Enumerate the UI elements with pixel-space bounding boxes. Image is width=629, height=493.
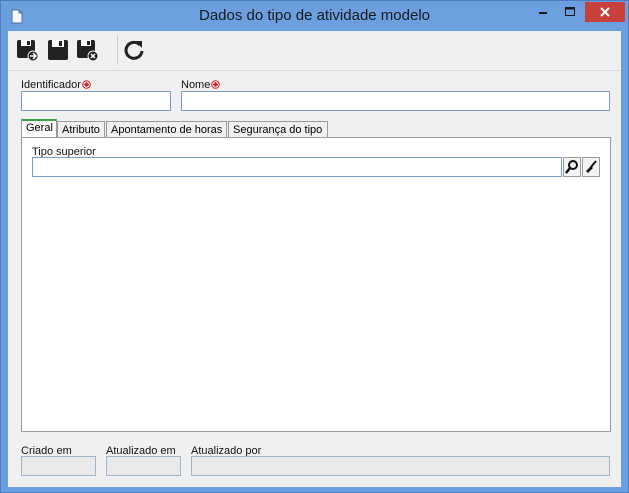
identificador-label: Identificador bbox=[21, 79, 91, 91]
save-new-icon bbox=[17, 40, 39, 62]
refresh-button[interactable] bbox=[121, 37, 147, 63]
tipo-superior-input[interactable] bbox=[32, 157, 562, 177]
atualizado-por-field bbox=[191, 456, 610, 476]
eraser-brush-icon bbox=[586, 160, 597, 173]
save-icon bbox=[48, 40, 68, 60]
search-icon bbox=[565, 160, 578, 174]
dialog-window: Dados do tipo de atividade modelo Identi… bbox=[0, 0, 629, 493]
clear-button[interactable] bbox=[582, 157, 600, 177]
tab-apontamento-de-horas[interactable]: Apontamento de horas bbox=[106, 121, 227, 138]
required-icon bbox=[211, 80, 221, 89]
atualizado-em-field bbox=[106, 456, 181, 476]
close-button[interactable] bbox=[585, 2, 625, 22]
minimize-icon bbox=[539, 12, 547, 14]
nome-label: Nome bbox=[181, 79, 221, 91]
tab-atributo[interactable]: Atributo bbox=[57, 121, 105, 138]
identificador-input[interactable] bbox=[21, 91, 171, 111]
save-and-close-button[interactable] bbox=[75, 37, 101, 63]
maximize-icon bbox=[565, 7, 575, 16]
toolbar-separator bbox=[117, 35, 118, 65]
save-close-icon bbox=[77, 40, 99, 62]
tab-panel-geral: Tipo superior bbox=[21, 137, 611, 432]
refresh-icon bbox=[124, 40, 144, 60]
dialog-body: Identificador Nome Geral Atributo Aponta… bbox=[8, 31, 621, 487]
minimize-button[interactable] bbox=[530, 2, 556, 22]
maximize-button[interactable] bbox=[557, 2, 583, 22]
tab-seguranca-do-tipo[interactable]: Segurança do tipo bbox=[228, 121, 328, 138]
nome-label-text: Nome bbox=[181, 79, 211, 91]
save-button[interactable] bbox=[45, 37, 71, 63]
required-icon bbox=[82, 80, 91, 89]
save-and-new-button[interactable] bbox=[15, 37, 41, 63]
nome-input[interactable] bbox=[181, 91, 610, 111]
tab-geral[interactable]: Geral bbox=[21, 119, 57, 138]
close-icon bbox=[600, 7, 610, 17]
title-bar[interactable]: Dados do tipo de atividade modelo bbox=[1, 1, 628, 31]
identificador-label-text: Identificador bbox=[21, 79, 81, 91]
criado-em-field bbox=[21, 456, 96, 476]
search-button[interactable] bbox=[563, 157, 581, 177]
toolbar bbox=[8, 31, 621, 71]
